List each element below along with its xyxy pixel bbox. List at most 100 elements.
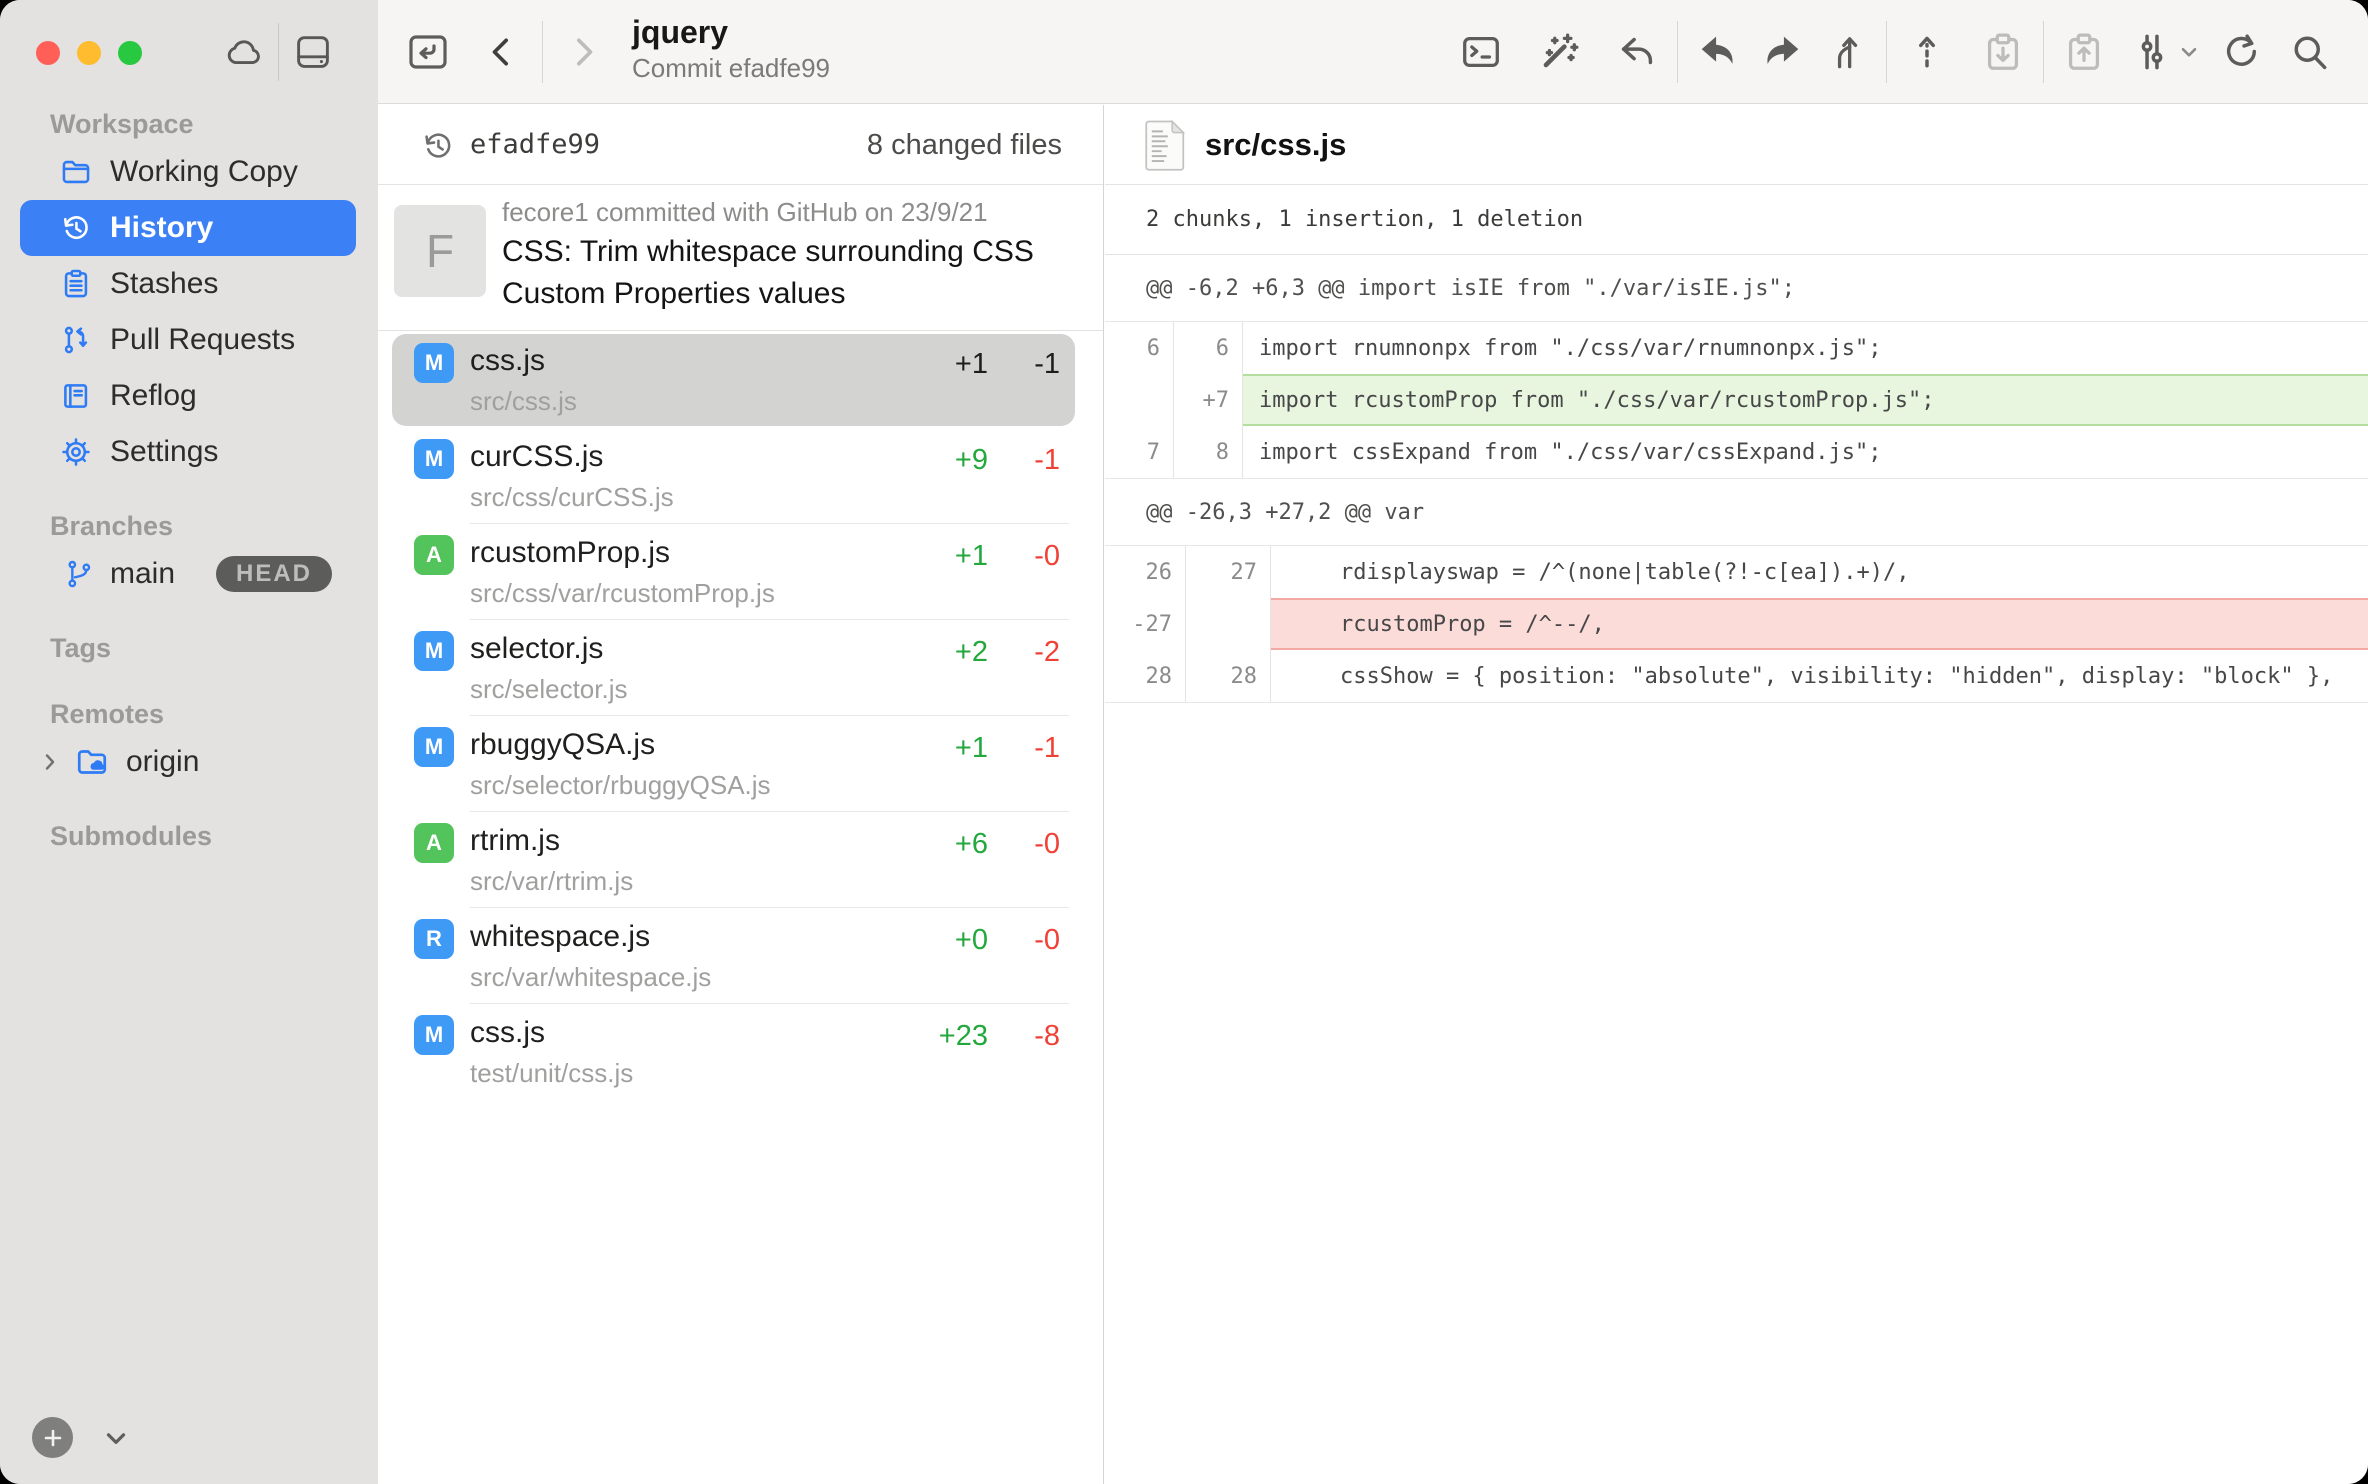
stash-pop-icon[interactable] [2052,17,2116,87]
undo-outline-icon[interactable] [1605,17,1669,87]
new-line-number: 28 [1186,650,1271,702]
pull-request-icon [56,323,96,357]
old-line-number [1105,374,1174,426]
search-icon[interactable] [2278,17,2342,87]
lines-removed: -1 [1004,732,1060,765]
history-clock-icon [420,128,456,164]
file-path: src/var/whitespace.js [470,962,711,993]
diff-file-name: src/css.js [1205,127,1346,163]
lines-removed: -0 [1004,540,1060,573]
lines-added: +6 [916,828,988,861]
file-stats: +2-2 [916,636,1060,669]
chevron-right-icon[interactable] [38,750,62,774]
add-repository-button[interactable] [32,1417,73,1458]
code-text: rdisplayswap = /^(none|table(?!-c[ea]).+… [1271,546,2368,598]
sidebar-item-pull-requests[interactable]: Pull Requests [0,312,378,368]
lines-removed: -1 [1004,444,1060,477]
file-status-badge: A [414,823,454,863]
lines-added: +23 [916,1020,988,1053]
stash-icon[interactable] [1971,17,2035,87]
file-name: rcustomProp.js [470,536,670,570]
code-text: cssShow = { position: "absolute", visibi… [1271,650,2368,702]
file-row[interactable]: MrbuggyQSA.jssrc/selector/rbuggyQSA.js+1… [378,716,1103,812]
sidebar-toolbar [0,0,378,104]
file-status-badge: M [414,727,454,767]
file-row[interactable]: Mselector.jssrc/selector.js+2-2 [378,620,1103,716]
file-name: rbuggyQSA.js [470,728,655,762]
folder-icon [56,155,96,189]
computer-icon[interactable] [285,22,341,82]
lines-removed: -8 [1004,1020,1060,1053]
divider [278,23,279,81]
new-line-number: 8 [1174,426,1243,478]
undo-icon[interactable] [1686,17,1750,87]
merge-icon[interactable] [1814,17,1878,87]
sidebar-item-reflog[interactable]: Reflog [0,368,378,424]
filters-button[interactable] [2130,17,2202,87]
cherry-pick-icon[interactable] [1895,17,1959,87]
sidebar-item-label: History [110,211,213,245]
magic-wand-icon[interactable] [1527,17,1591,87]
commit-summary[interactable]: F fecore1 committed with GitHub on 23/9/… [378,185,1103,331]
diff-summary: 2 chunks, 1 insertion, 1 deletion [1105,185,2368,255]
code-block: 66import rnumnonpx from "./css/var/rnumn… [1105,321,2368,479]
commit-hash: efadfe99 [470,129,600,160]
sidebar-section-tags: Tags [0,628,378,668]
chevron-down-icon [2176,39,2202,65]
sidebar-item-settings[interactable]: Settings [0,424,378,480]
diff-line: +7import rcustomProp from "./css/var/rcu… [1105,374,2368,426]
commit-header: efadfe99 8 changed files [378,105,1103,185]
file-row[interactable]: Mcss.jstest/unit/css.js+23-8 [378,1004,1103,1100]
chevron-down-icon[interactable] [101,1423,131,1453]
sidebar-item-remote-origin[interactable]: origin [0,734,378,790]
sidebar-item-label: Reflog [110,379,197,413]
file-row[interactable]: Rwhitespace.jssrc/var/whitespace.js+0-0 [378,908,1103,1004]
lines-removed: -0 [1004,924,1060,957]
cloud-icon[interactable] [216,22,272,82]
lines-added: +2 [916,636,988,669]
sidebar-section-branches: Branches [0,506,378,546]
close-window-button[interactable] [36,41,60,65]
chunk-header: @@ -6,2 +6,3 @@ import isIE from "./var/… [1105,255,2368,321]
file-row[interactable]: ArcustomProp.js src/css/var/rcustomProp.j… [378,524,1103,620]
changed-files-count: 8 changed files [867,129,1062,162]
open-repo-icon[interactable] [396,17,460,87]
file-row[interactable]: Mcss.jssrc/css.js+1-1 [378,332,1103,428]
file-name: whitespace.js [470,920,650,954]
file-stats: +1 -1 [916,732,1060,765]
main-toolbar: jquery Commit efadfe99 [378,0,2368,104]
sidebar-item-history[interactable]: History [20,200,356,256]
head-badge: HEAD [216,556,332,592]
sidebar-item-stashes[interactable]: Stashes [0,256,378,312]
window-title: jquery Commit efadfe99 [632,14,830,84]
redo-icon[interactable] [1750,17,1814,87]
file-stats: +6 -0 [916,828,1060,861]
code-text: import rnumnonpx from "./css/var/rnumnon… [1243,322,2368,374]
file-status-badge: A [414,535,454,575]
sidebar-item-label: Stashes [110,267,218,301]
forward-button[interactable] [551,17,615,87]
new-line-number: 27 [1186,546,1271,598]
minimize-window-button[interactable] [77,41,101,65]
file-path: src/css/var/rcustomProp.js [470,578,775,609]
divider [1886,21,1887,83]
sidebar-section-remotes: Remotes [0,694,378,734]
terminal-icon[interactable] [1449,17,1513,87]
back-button[interactable] [470,17,534,87]
lines-removed: -0 [1004,828,1060,861]
lines-added: +1 [916,732,988,765]
file-row[interactable]: Artrim.jssrc/var/rtrim.js+6-0 [378,812,1103,908]
file-path: src/css.js [470,386,577,417]
zoom-window-button[interactable] [118,41,142,65]
commit-author-line: fecore1 committed with GitHub on 23/9/21 [502,197,988,228]
diff-line: 2627 rdisplayswap = /^(none|table(?!-c[e… [1105,546,2368,598]
branch-name: main [110,557,175,591]
diff-panel: src/css.js 2 chunks, 1 insertion, 1 dele… [1105,105,2368,1484]
sidebar-item-branch-main[interactable]: main HEAD [0,546,378,602]
old-line-number: 26 [1105,546,1186,598]
sidebar-item-working-copy[interactable]: Working Copy [0,144,378,200]
file-row[interactable]: McurCSS.jssrc/css/curCSS.js+9-1 [378,428,1103,524]
refresh-icon[interactable] [2208,17,2272,87]
remote-folder-icon [72,744,112,780]
repo-subtitle: Commit efadfe99 [632,52,830,84]
